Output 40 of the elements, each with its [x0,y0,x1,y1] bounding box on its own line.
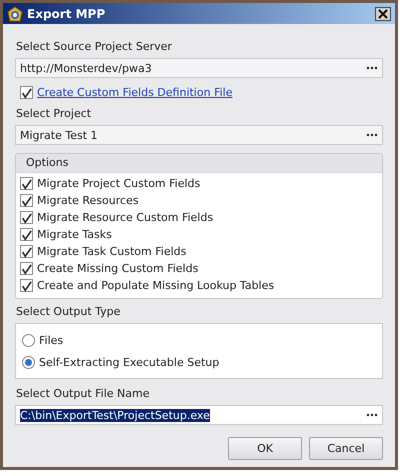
field-value: C:\bin\ExportTest\ProjectSetup.exe [20,408,210,422]
app-icon [7,6,23,22]
ellipsis-icon[interactable] [366,133,378,137]
checkbox[interactable] [20,211,33,224]
ellipsis-icon[interactable] [366,413,378,417]
checkbox[interactable] [20,86,33,99]
project-field[interactable]: Migrate Test 1 [15,125,383,145]
checkbox[interactable] [20,177,33,190]
field-value: Migrate Test 1 [20,128,98,142]
definition-file-link[interactable]: Create Custom Fields Definition File [37,86,232,99]
cancel-button[interactable]: Cancel [309,437,383,460]
radio-button[interactable] [22,334,35,346]
close-button[interactable] [375,6,391,20]
option-label: Create and Populate Missing Lookup Tables [37,279,274,292]
field-label: Select Project [16,107,92,120]
checkbox[interactable] [20,228,33,241]
option-label: Create Missing Custom Fields [37,262,198,275]
field-value: http://Monsterdev/pwa3 [20,62,152,74]
field-label: Select Output File Name [16,387,150,400]
server-field[interactable]: http://Monsterdev/pwa3 [15,58,383,78]
option-label: Migrate Tasks [37,228,112,241]
checkbox[interactable] [20,279,33,292]
radio-label: Files [39,334,64,346]
close-icon [378,8,388,18]
radio-button[interactable] [22,356,35,368]
output-file-field[interactable]: C:\bin\ExportTest\ProjectSetup.exe [15,405,383,425]
window-title: Export MPP [27,6,106,20]
radio-label: Self-Extracting Executable Setup [39,356,220,368]
option-label: Migrate Project Custom Fields [37,177,200,190]
ellipsis-icon[interactable] [366,66,378,70]
checkbox[interactable] [20,262,33,275]
checkbox[interactable] [20,194,33,207]
option-label: Migrate Resource Custom Fields [37,211,214,224]
option-label: Migrate Resources [37,194,139,207]
group-title: Options [26,156,68,169]
ok-button[interactable]: OK [228,437,302,460]
option-label: Migrate Task Custom Fields [37,245,186,258]
checkbox[interactable] [20,245,33,258]
field-label: Select Output Type [16,305,122,318]
field-label: Select Source Project Server [16,40,173,53]
